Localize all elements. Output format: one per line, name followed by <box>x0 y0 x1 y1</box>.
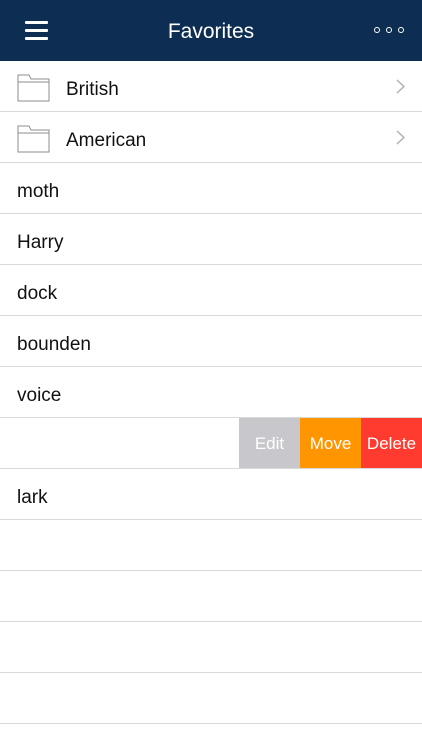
empty-row <box>0 520 422 571</box>
list-item[interactable]: dock <box>0 265 422 316</box>
list-item[interactable]: moth <box>0 163 422 214</box>
folder-label: British <box>66 79 119 100</box>
word-label: lark <box>17 487 48 508</box>
navigation-bar: Favorites <box>0 0 422 61</box>
folder-icon <box>17 74 50 102</box>
folder-label: American <box>66 130 147 151</box>
empty-row <box>0 622 422 673</box>
folder-icon <box>17 125 50 153</box>
list-item[interactable]: Harry <box>0 214 422 265</box>
word-label: moth <box>17 181 60 202</box>
chevron-right-icon <box>396 79 405 94</box>
chevron-right-icon <box>396 130 405 145</box>
page-title: Favorites <box>167 20 255 43</box>
folder-row-american[interactable]: American <box>0 112 422 163</box>
swipe-actions: Edit Move Delete <box>239 418 422 468</box>
delete-button[interactable]: Delete <box>361 418 422 468</box>
empty-row <box>0 673 422 724</box>
more-options-button[interactable] <box>370 20 408 42</box>
move-button[interactable]: Move <box>300 418 361 468</box>
edit-button[interactable]: Edit <box>239 418 300 468</box>
menu-button[interactable] <box>14 16 58 46</box>
word-label: voice <box>17 385 62 406</box>
folder-row-british[interactable]: British <box>0 61 422 112</box>
word-label: Harry <box>17 232 64 253</box>
word-label: dock <box>17 283 58 304</box>
list-item[interactable]: lark <box>0 469 422 520</box>
list-item[interactable]: voice <box>0 367 422 418</box>
favorites-list: British American moth Harry dock bounden… <box>0 61 422 724</box>
empty-row <box>0 571 422 622</box>
word-label: bounden <box>17 334 91 355</box>
list-item[interactable]: bounden <box>0 316 422 367</box>
swiped-list-item[interactable]: Edit Move Delete <box>0 418 422 469</box>
